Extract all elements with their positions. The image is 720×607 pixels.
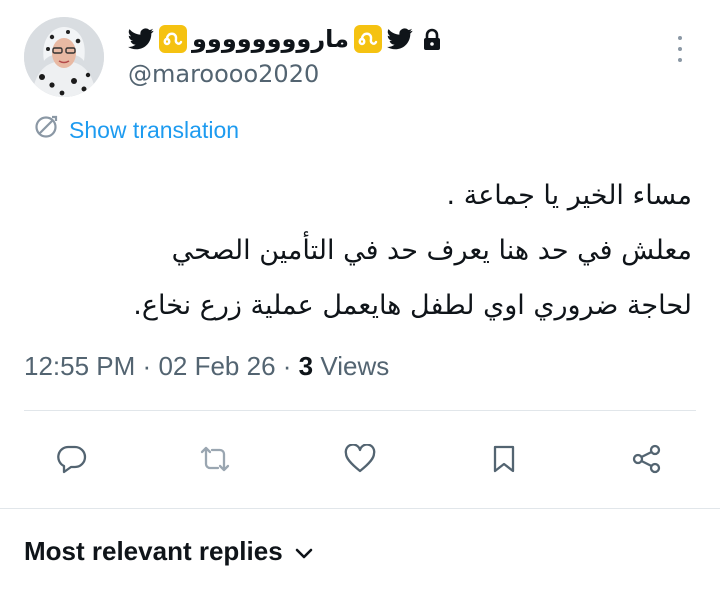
lock-icon [423,28,441,50]
tweet-text-line: معلش في حد هنا يعرف حد في التأمين الصحي [171,235,692,266]
like-button[interactable] [335,436,385,486]
like-icon [344,443,376,478]
tweet-meta: 12:55 PM · 02 Feb 26 · 3 Views [24,351,389,382]
retweet-button[interactable] [190,436,240,486]
twitter-bird-icon [128,28,154,50]
author-display-name: ماروووووووو [192,25,350,53]
tweet-time[interactable]: 12:55 PM [24,351,135,381]
reply-button[interactable] [47,436,97,486]
translate-globe-icon [33,114,59,146]
views-count: 3 [298,351,314,381]
views-label: Views [320,351,390,381]
retweet-icon [199,444,231,478]
replies-sort-label: Most relevant replies [24,536,283,566]
divider [24,410,696,411]
tweet-text-line: مساء الخير يا جماعة . [446,180,692,211]
tweet-date[interactable]: 02 Feb 26 [158,351,275,381]
tweet-actions [0,436,720,486]
avatar[interactable] [24,17,104,97]
more-options-icon[interactable] [670,34,690,64]
tweet-text-line: لحاجة ضروري اوي لطفل هايعمل عملية زرع نخ… [133,290,692,321]
bookmark-button[interactable] [479,436,529,486]
share-icon [631,443,663,479]
reply-icon [57,444,87,478]
author-name-row[interactable]: ماروووووووو [128,22,441,56]
tweet-text: مساء الخير يا جماعة . معلش في حد هنا يعر… [32,168,692,333]
show-translation-link[interactable]: Show translation [33,114,239,146]
meta-separator: · [142,351,152,381]
bookmark-icon [492,444,516,478]
author-handle[interactable]: @maroooo2020 [128,60,319,88]
chevron-down-icon [295,536,313,567]
leo-zodiac-icon [353,24,383,54]
show-translation-label: Show translation [69,116,240,143]
divider [0,508,720,509]
leo-zodiac-icon [158,24,188,54]
share-button[interactable] [622,436,672,486]
replies-sort-dropdown[interactable]: Most relevant replies [24,536,313,567]
twitter-bird-icon [387,28,413,50]
meta-separator: · [282,351,292,381]
